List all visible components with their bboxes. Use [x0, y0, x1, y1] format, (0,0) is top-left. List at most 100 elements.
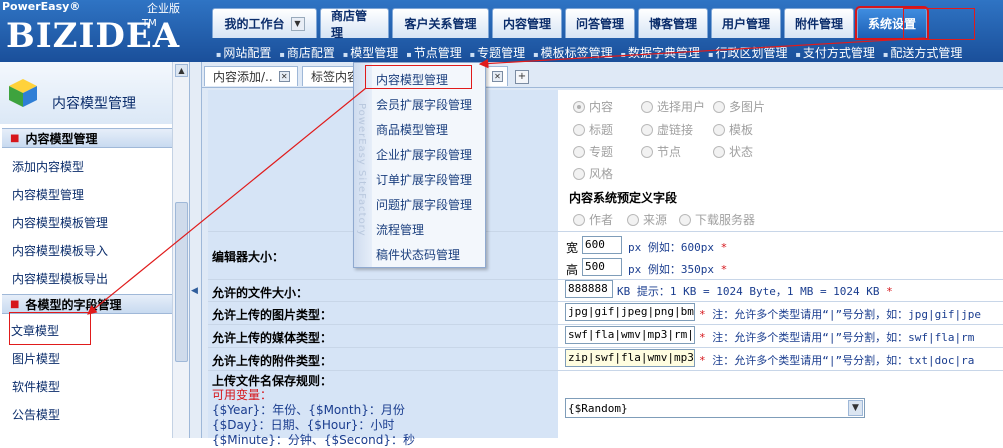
scroll-thumb[interactable]: [175, 202, 188, 362]
sidebar-collapse-handle[interactable]: ◀: [190, 62, 202, 438]
sidebar-item-add-model[interactable]: 添加内容模型: [12, 158, 84, 175]
radio-title[interactable]: 标题: [573, 121, 613, 138]
radio-source[interactable]: 来源: [627, 211, 667, 228]
sidebar-header: 内容模型管理: [0, 62, 172, 124]
tab-crm[interactable]: 客户关系管理: [392, 8, 489, 38]
subnav-node-management[interactable]: 节点管理: [402, 44, 465, 61]
editor-height-input[interactable]: 500: [582, 258, 622, 276]
close-icon[interactable]: ✕: [492, 71, 503, 82]
annotation-box-content-model: [365, 65, 472, 89]
radio-download-server[interactable]: 下载服务器: [679, 211, 755, 228]
menu-item-enterprise-fields[interactable]: 企业扩展字段管理: [376, 146, 472, 163]
sidebar-item-model-management[interactable]: 内容模型管理: [12, 186, 84, 203]
subnav-region[interactable]: 行政区划管理: [704, 44, 791, 61]
menu-item-order-fields[interactable]: 订单扩展字段管理: [376, 171, 472, 188]
sidebar-item-template-export[interactable]: 内容模型模板导出: [12, 270, 108, 287]
content-tab-add[interactable]: 内容添加/.. ✕: [204, 66, 298, 86]
chevron-down-icon[interactable]: ▼: [848, 400, 863, 416]
tab-my-workbench[interactable]: 我的工作台 ▼: [212, 8, 317, 38]
content-tabstrip: 内容添加/.. ✕ 标签内容 ✕ +: [202, 62, 1003, 88]
height-hint: px 例如：350px *: [628, 263, 728, 276]
sidebar-item-template-import[interactable]: 内容模型模板导入: [12, 242, 108, 259]
radio-select-user[interactable]: 选择用户: [641, 98, 705, 115]
logo-area: PowerEasy® 企业版 BIZIDEA TM: [0, 0, 200, 62]
radio-template[interactable]: 模板: [713, 121, 753, 138]
divider: [208, 324, 1003, 325]
sidebar-scrollbar[interactable]: ▲: [172, 62, 189, 438]
menu-item-member-fields[interactable]: 会员扩展字段管理: [376, 96, 472, 113]
chevron-down-icon[interactable]: ▼: [290, 16, 305, 31]
width-label: 宽: [566, 241, 579, 255]
divider: [208, 231, 1003, 232]
add-tab-icon[interactable]: +: [515, 70, 529, 84]
file-size-input[interactable]: 888888: [565, 280, 613, 298]
menu-item-product-model[interactable]: 商品模型管理: [376, 121, 448, 138]
radio-style[interactable]: 风格: [573, 165, 613, 182]
main-tabs: 我的工作台 ▼ 商店管理 客户关系管理 内容管理 问答管理 博客管理 用户管理 附…: [212, 6, 929, 40]
image-types-input[interactable]: jpg|gif|jpeg|png|bmp: [565, 303, 695, 321]
media-types-label: 允许上传的媒体类型：: [212, 331, 333, 345]
editor-size-label: 编辑器大小：: [212, 250, 285, 264]
dropdown-watermark: PowerEasy SiteFactory: [356, 103, 367, 237]
width-hint: px 例如：600px *: [628, 241, 728, 254]
sub-nav: 网站配置 商店配置 模型管理 节点管理 专题管理 模板标签管理 数据字典管理 行…: [212, 42, 966, 62]
edition-label: 企业版: [147, 2, 180, 15]
model-form: 内容 选择用户 多图片 标题 虚链接 模板 专题 节点 状态 风格 内容系统预定…: [208, 90, 1003, 447]
divider: [208, 370, 1003, 371]
menu-item-workflow[interactable]: 流程管理: [376, 221, 424, 238]
file-size-hint: KB 提示：1 KB = 1024 Byte，1 MB = 1024 KB *: [617, 285, 893, 298]
filename-rule-select[interactable]: {$Random}: [565, 398, 865, 418]
tab-qa[interactable]: 问答管理: [565, 8, 635, 38]
var-line-3: {$Minute}：分钟、{$Second}：秒: [212, 433, 415, 447]
subnav-delivery[interactable]: 配送方式管理: [879, 44, 966, 61]
media-types-input[interactable]: swf|fla|wmv|mp3|rm|rmv: [565, 326, 695, 344]
sidebar-item-template-management[interactable]: 内容模型模板管理: [12, 214, 108, 231]
subnav-store-config[interactable]: 商店配置: [275, 44, 338, 61]
menu-item-question-fields[interactable]: 问题扩展字段管理: [376, 196, 472, 213]
scroll-up-icon[interactable]: ▲: [175, 64, 188, 77]
subnav-dictionary[interactable]: 数据字典管理: [617, 44, 704, 61]
sidebar-section-content-model[interactable]: ■ 内容模型管理: [2, 128, 172, 148]
attachment-types-label: 允许上传的附件类型：: [212, 354, 333, 368]
divider: [208, 301, 1003, 302]
radio-virtual-link[interactable]: 虚链接: [641, 121, 693, 138]
model-management-dropdown: PowerEasy SiteFactory 内容模型管理 会员扩展字段管理 商品…: [353, 62, 486, 268]
sidebar-item-software-model[interactable]: 软件模型: [12, 378, 60, 395]
sidebar-item-notice-model[interactable]: 公告模型: [12, 406, 60, 423]
annotation-box-article-model: [9, 312, 91, 345]
subnav-model-management[interactable]: 模型管理: [339, 44, 402, 61]
subnav-payment[interactable]: 支付方式管理: [792, 44, 879, 61]
subnav-site-config[interactable]: 网站配置: [212, 44, 275, 61]
subnav-template-tag[interactable]: 模板标签管理: [529, 44, 616, 61]
image-types-hint: * 注：允许多个类型请用“|”号分割，如：jpg|gif|jpe: [699, 308, 981, 321]
tab-user[interactable]: 用户管理: [711, 8, 781, 38]
close-icon[interactable]: ✕: [278, 71, 290, 82]
tab-blog[interactable]: 博客管理: [638, 8, 708, 38]
radio-topic[interactable]: 专题: [573, 143, 613, 160]
menu-item-draft-status[interactable]: 稿件状态码管理: [376, 246, 460, 263]
subnav-topic-management[interactable]: 专题管理: [466, 44, 529, 61]
radio-multi-image[interactable]: 多图片: [713, 98, 765, 115]
editor-width-input[interactable]: 600: [582, 236, 622, 254]
annotation-box-system-settings: [903, 8, 975, 40]
radio-node[interactable]: 节点: [641, 143, 681, 160]
sidebar-item-image-model[interactable]: 图片模型: [12, 350, 60, 367]
radio-author[interactable]: 作者: [573, 211, 613, 228]
top-header: PowerEasy® 企业版 BIZIDEA TM 我的工作台 ▼ 商店管理 客户…: [0, 0, 1003, 62]
radio-status[interactable]: 状态: [713, 143, 753, 160]
attachment-types-input[interactable]: zip|swf|fla|wmv|mp3|r: [565, 349, 695, 367]
sidebar: 内容模型管理 ■ 内容模型管理 添加内容模型 内容模型管理 内容模型模板管理 内容…: [0, 62, 190, 438]
height-label: 高: [566, 263, 579, 277]
sidebar-section-field-management[interactable]: ■ 各模型的字段管理: [2, 294, 172, 314]
radio-content[interactable]: 内容: [573, 98, 613, 115]
cube-icon: [9, 79, 37, 107]
tab-content[interactable]: 内容管理: [492, 8, 562, 38]
tab-store[interactable]: 商店管理: [320, 8, 389, 40]
file-size-label: 允许的文件大小：: [212, 286, 309, 300]
brand-name: PowerEasy®: [2, 0, 81, 13]
image-types-label: 允许上传的图片类型：: [212, 308, 333, 322]
attachment-types-hint: * 注：允许多个类型请用“|”号分割，如：txt|doc|ra: [699, 354, 975, 367]
chevron-left-icon[interactable]: ◀: [191, 286, 198, 296]
tab-attachment[interactable]: 附件管理: [784, 8, 854, 38]
predefined-fields-title: 内容系统预定义字段: [569, 191, 678, 205]
